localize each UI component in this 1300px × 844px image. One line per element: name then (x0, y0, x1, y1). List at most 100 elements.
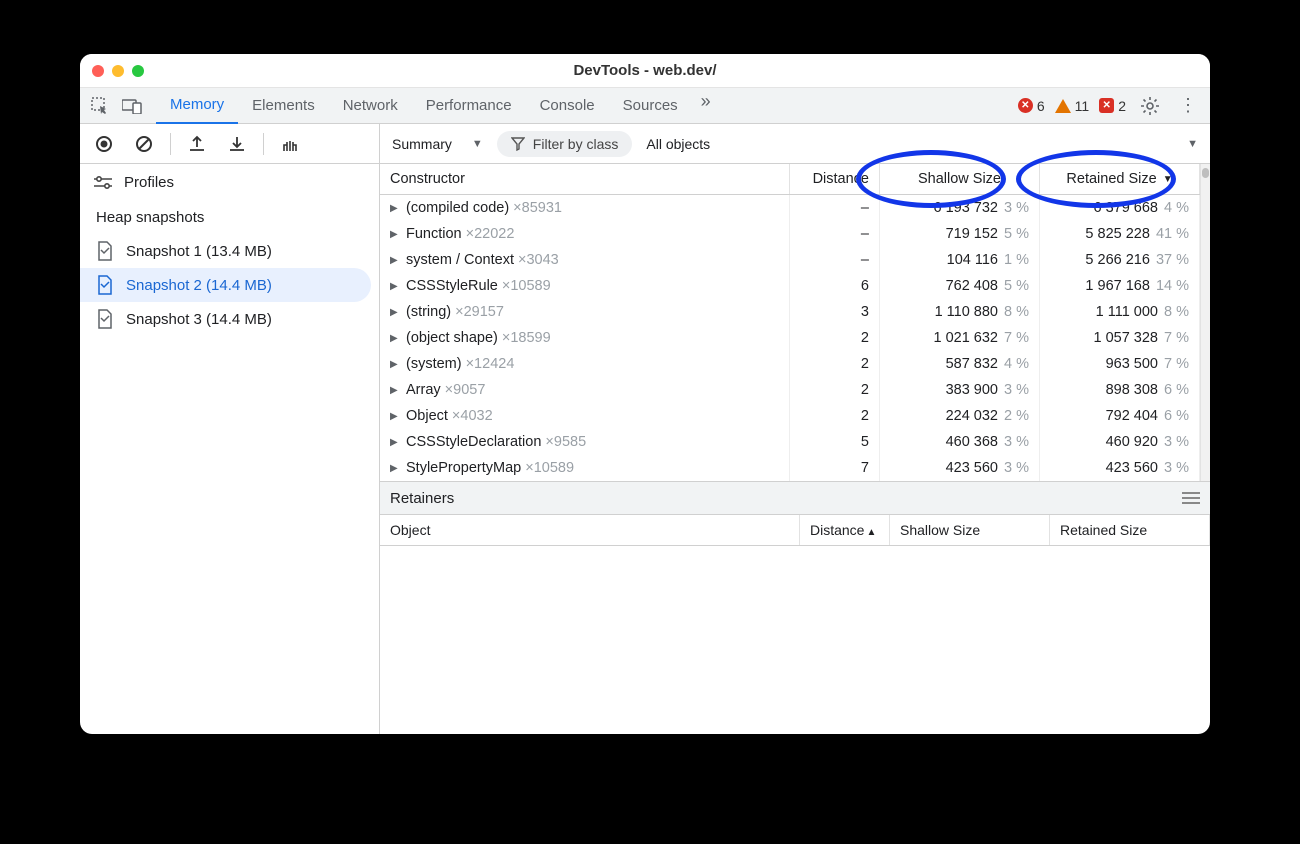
expand-icon[interactable]: ▶ (390, 359, 402, 370)
devtools-tabbar: Memory Elements Network Performance Cons… (80, 88, 1210, 124)
tab-console[interactable]: Console (526, 88, 609, 124)
col-constructor[interactable]: Constructor (380, 164, 790, 194)
kebab-menu-icon[interactable]: ⋮ (1174, 92, 1202, 120)
profiles-label: Profiles (124, 174, 174, 191)
instance-count: ×29157 (455, 304, 504, 320)
tab-sources[interactable]: Sources (609, 88, 692, 124)
expand-icon[interactable]: ▶ (390, 463, 402, 474)
settings-icon[interactable] (1136, 92, 1164, 120)
retainers-title: Retainers (390, 490, 454, 507)
distance-cell: 2 (790, 351, 880, 377)
warning-count: 11 (1075, 98, 1090, 114)
shallow-cell: 104 1161 % (880, 247, 1040, 273)
col-distance[interactable]: Distance (790, 164, 880, 194)
expand-icon[interactable]: ▶ (390, 281, 402, 292)
col-retained-size[interactable]: Retained Size ▼ (1040, 164, 1200, 194)
table-header-row: Constructor Distance Shallow Size Retain… (380, 164, 1200, 195)
minimize-window-button[interactable] (112, 65, 124, 77)
shallow-cell: 423 5603 % (880, 455, 1040, 481)
error-counter[interactable]: ✕ 6 (1018, 98, 1045, 114)
save-icon[interactable] (223, 130, 251, 158)
retained-cell: 5 266 21637 % (1040, 247, 1200, 273)
table-row[interactable]: ▶ CSSStyleRule ×105896762 4085 %1 967 16… (380, 273, 1200, 299)
instance-count: ×4032 (452, 408, 493, 424)
distance-cell: – (790, 221, 880, 247)
tab-elements[interactable]: Elements (238, 88, 329, 124)
memory-sidebar: Profiles Heap snapshots Snapshot 1 (13.4… (80, 124, 380, 734)
distance-cell: – (790, 247, 880, 273)
record-icon[interactable] (90, 130, 118, 158)
shallow-cell: 6 193 7323 % (880, 195, 1040, 221)
tab-memory[interactable]: Memory (156, 88, 238, 124)
ret-col-object[interactable]: Object (380, 515, 800, 545)
snapshot-item-3[interactable]: Snapshot 3 (14.4 MB) (80, 302, 371, 336)
ret-col-retained[interactable]: Retained Size (1050, 515, 1210, 545)
ret-col-distance[interactable]: Distance▲ (800, 515, 890, 545)
filter-placeholder: Filter by class (533, 136, 619, 152)
table-row[interactable]: ▶ Object ×40322224 0322 %792 4046 % (380, 403, 1200, 429)
expand-icon[interactable]: ▶ (390, 229, 402, 240)
table-row[interactable]: ▶ Function ×22022–719 1525 %5 825 22841 … (380, 221, 1200, 247)
more-tabs-icon[interactable]: » (692, 88, 720, 116)
shallow-cell: 719 1525 % (880, 221, 1040, 247)
issues-icon: ✕ (1099, 98, 1114, 113)
col-shallow-size[interactable]: Shallow Size (880, 164, 1040, 194)
warning-counter[interactable]: 11 (1055, 98, 1090, 114)
summary-dropdown[interactable]: Summary ▼ (392, 136, 483, 152)
tab-network[interactable]: Network (329, 88, 412, 124)
table-row[interactable]: ▶ CSSStyleDeclaration ×95855460 3683 %46… (380, 429, 1200, 455)
menu-icon[interactable] (1182, 492, 1200, 504)
retained-cell: 898 3086 % (1040, 377, 1200, 403)
retainers-body (380, 546, 1210, 734)
close-window-button[interactable] (92, 65, 104, 77)
table-row[interactable]: ▶ (system) ×124242587 8324 %963 5007 % (380, 351, 1200, 377)
retainers-columns: Object Distance▲ Shallow Size Retained S… (380, 515, 1210, 546)
tab-performance[interactable]: Performance (412, 88, 526, 124)
ret-col-shallow[interactable]: Shallow Size (890, 515, 1050, 545)
issues-count: 2 (1118, 98, 1126, 114)
chevron-down-icon[interactable]: ▼ (1187, 138, 1198, 150)
device-toolbar-icon[interactable] (118, 92, 146, 120)
memory-main: Summary ▼ Filter by class All objects ▼ … (380, 124, 1210, 734)
expand-icon[interactable]: ▶ (390, 307, 402, 318)
distance-cell: 7 (790, 455, 880, 481)
expand-icon[interactable]: ▶ (390, 437, 402, 448)
clear-icon[interactable] (130, 130, 158, 158)
load-icon[interactable] (183, 130, 211, 158)
gc-icon[interactable] (276, 130, 304, 158)
table-row[interactable]: ▶ StylePropertyMap ×105897423 5603 %423 … (380, 455, 1200, 481)
shallow-cell: 1 021 6327 % (880, 325, 1040, 351)
expand-icon[interactable]: ▶ (390, 255, 402, 266)
constructors-table: Constructor Distance Shallow Size Retain… (380, 164, 1210, 734)
table-row[interactable]: ▶ (object shape) ×1859921 021 6327 %1 05… (380, 325, 1200, 351)
constructor-name: Array (406, 382, 441, 398)
issues-counter[interactable]: ✕ 2 (1099, 98, 1126, 114)
devtools-window: DevTools - web.dev/ Memory Elements Netw… (80, 54, 1210, 734)
scrollbar[interactable] (1200, 164, 1210, 481)
constructor-name: Object (406, 408, 448, 424)
inspect-icon[interactable] (86, 92, 114, 120)
table-row[interactable]: ▶ (string) ×2915731 110 8808 %1 111 0008… (380, 299, 1200, 325)
instance-count: ×22022 (466, 226, 515, 242)
snapshot-label: Snapshot 3 (14.4 MB) (126, 311, 272, 328)
instance-count: ×3043 (518, 252, 559, 268)
snapshot-item-2[interactable]: Snapshot 2 (14.4 MB) (80, 268, 371, 302)
table-row[interactable]: ▶ (compiled code) ×85931–6 193 7323 %6 3… (380, 195, 1200, 221)
scope-dropdown[interactable]: All objects (646, 136, 710, 152)
expand-icon[interactable]: ▶ (390, 385, 402, 396)
distance-cell: 2 (790, 377, 880, 403)
profiles-header[interactable]: Profiles (80, 164, 379, 201)
expand-icon[interactable]: ▶ (390, 411, 402, 422)
snapshot-item-1[interactable]: Snapshot 1 (13.4 MB) (80, 234, 371, 268)
maximize-window-button[interactable] (132, 65, 144, 77)
expand-icon[interactable]: ▶ (390, 203, 402, 214)
table-row[interactable]: ▶ Array ×90572383 9003 %898 3086 % (380, 377, 1200, 403)
table-row[interactable]: ▶ system / Context ×3043–104 1161 %5 266… (380, 247, 1200, 273)
retained-cell: 1 111 0008 % (1040, 299, 1200, 325)
class-filter-input[interactable]: Filter by class (497, 131, 633, 157)
constructor-name: CSSStyleDeclaration (406, 434, 541, 450)
main-toolbar: Summary ▼ Filter by class All objects ▼ (380, 124, 1210, 164)
expand-icon[interactable]: ▶ (390, 333, 402, 344)
retainers-header[interactable]: Retainers (380, 481, 1210, 515)
distance-cell: 2 (790, 325, 880, 351)
